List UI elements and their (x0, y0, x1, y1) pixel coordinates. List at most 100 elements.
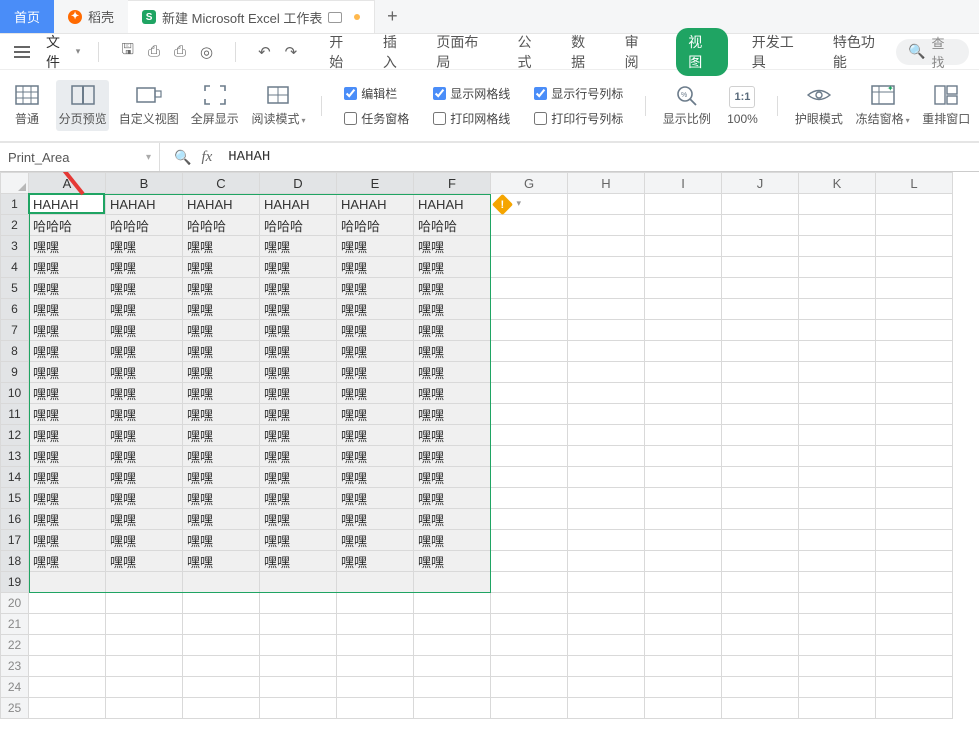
cell[interactable] (414, 677, 491, 698)
cell[interactable] (568, 446, 645, 467)
cell[interactable] (722, 614, 799, 635)
check-printheadings-box[interactable] (534, 112, 547, 125)
menu-data[interactable]: 数据 (569, 28, 601, 76)
cell[interactable] (876, 635, 953, 656)
cell[interactable] (568, 257, 645, 278)
cell[interactable]: 嘿嘿 (29, 257, 106, 278)
column-header[interactable]: J (722, 173, 799, 194)
cell[interactable]: 嘿嘿 (414, 236, 491, 257)
cell[interactable]: 嘿嘿 (337, 509, 414, 530)
cell[interactable] (260, 614, 337, 635)
cell[interactable]: 嘿嘿 (106, 509, 183, 530)
cell[interactable] (491, 362, 568, 383)
cell[interactable] (799, 404, 876, 425)
cell[interactable]: 哈哈哈 (183, 215, 260, 236)
cell[interactable] (491, 572, 568, 593)
cell[interactable] (722, 194, 799, 215)
cell[interactable] (260, 656, 337, 677)
cell[interactable]: 嘿嘿 (183, 341, 260, 362)
cell[interactable] (722, 572, 799, 593)
cell[interactable]: 嘿嘿 (260, 509, 337, 530)
cell[interactable]: 嘿嘿 (183, 446, 260, 467)
cell[interactable]: 嘿嘿 (106, 362, 183, 383)
print-icon[interactable]: ⎙ (174, 43, 186, 60)
cell[interactable] (29, 677, 106, 698)
view-readmode-button[interactable]: 阅读模式▾ (249, 80, 307, 131)
cell[interactable] (799, 278, 876, 299)
cell[interactable] (722, 341, 799, 362)
cell[interactable]: 嘿嘿 (106, 341, 183, 362)
cell[interactable] (491, 446, 568, 467)
cell[interactable] (645, 320, 722, 341)
cell[interactable] (29, 635, 106, 656)
cell[interactable] (568, 698, 645, 719)
cell[interactable]: HAHAH (337, 194, 414, 215)
cell[interactable]: 嘿嘿 (260, 236, 337, 257)
cell[interactable]: 嘿嘿 (337, 362, 414, 383)
cell[interactable] (799, 299, 876, 320)
cell[interactable] (568, 572, 645, 593)
cell[interactable]: 嘿嘿 (29, 551, 106, 572)
cell[interactable]: 嘿嘿 (106, 467, 183, 488)
column-header[interactable]: G (491, 173, 568, 194)
cell[interactable] (722, 236, 799, 257)
cell[interactable] (876, 383, 953, 404)
row-header[interactable]: 13 (1, 446, 29, 467)
cell[interactable]: 嘿嘿 (183, 236, 260, 257)
cell[interactable] (568, 383, 645, 404)
cell[interactable]: 嘿嘿 (414, 299, 491, 320)
cell[interactable] (722, 467, 799, 488)
cell[interactable] (722, 593, 799, 614)
cell[interactable]: 嘿嘿 (260, 320, 337, 341)
cell[interactable] (337, 677, 414, 698)
cell[interactable] (799, 194, 876, 215)
cell[interactable] (876, 425, 953, 446)
cell[interactable] (876, 614, 953, 635)
cell[interactable]: HAHAH (29, 194, 106, 215)
menu-pagelayout[interactable]: 页面布局 (434, 28, 493, 76)
cell[interactable] (568, 215, 645, 236)
cell[interactable]: 嘿嘿 (414, 488, 491, 509)
cell[interactable] (722, 446, 799, 467)
cell[interactable]: 嘿嘿 (337, 467, 414, 488)
cell[interactable] (260, 677, 337, 698)
cell[interactable]: 嘿嘿 (106, 530, 183, 551)
row-header[interactable]: 6 (1, 299, 29, 320)
cell[interactable] (414, 698, 491, 719)
cell[interactable] (876, 530, 953, 551)
cell[interactable] (876, 572, 953, 593)
cell[interactable] (491, 404, 568, 425)
undo-icon[interactable]: ↶ (258, 43, 271, 61)
cell[interactable]: 嘿嘿 (414, 425, 491, 446)
cell[interactable] (876, 593, 953, 614)
cell[interactable] (876, 236, 953, 257)
cell[interactable] (645, 698, 722, 719)
spreadsheet-grid[interactable]: ABCDEFGHIJKL 1HAHAHHAHAHHAHAHHAHAHHAHAHH… (0, 172, 953, 719)
cell[interactable] (799, 509, 876, 530)
cell[interactable]: 嘿嘿 (183, 383, 260, 404)
cell[interactable]: 嘿嘿 (106, 425, 183, 446)
cell[interactable] (645, 278, 722, 299)
cell[interactable] (645, 530, 722, 551)
cell[interactable] (568, 278, 645, 299)
cell[interactable]: 嘿嘿 (414, 341, 491, 362)
search-box[interactable]: 🔍 查找 (896, 39, 969, 65)
column-header[interactable]: B (106, 173, 183, 194)
cell[interactable] (568, 593, 645, 614)
cell[interactable] (722, 656, 799, 677)
cell[interactable] (645, 551, 722, 572)
cell[interactable] (799, 614, 876, 635)
tab-home[interactable]: 首页 (0, 0, 54, 33)
cell[interactable]: 嘿嘿 (106, 236, 183, 257)
cell[interactable] (568, 467, 645, 488)
column-header[interactable]: D (260, 173, 337, 194)
cell[interactable] (568, 404, 645, 425)
cell[interactable] (568, 656, 645, 677)
row-header[interactable]: 22 (1, 635, 29, 656)
row-header[interactable]: 17 (1, 530, 29, 551)
cell[interactable]: 嘿嘿 (260, 488, 337, 509)
cell[interactable]: 嘿嘿 (260, 362, 337, 383)
cell[interactable] (722, 698, 799, 719)
cell[interactable] (799, 425, 876, 446)
cell[interactable] (568, 614, 645, 635)
